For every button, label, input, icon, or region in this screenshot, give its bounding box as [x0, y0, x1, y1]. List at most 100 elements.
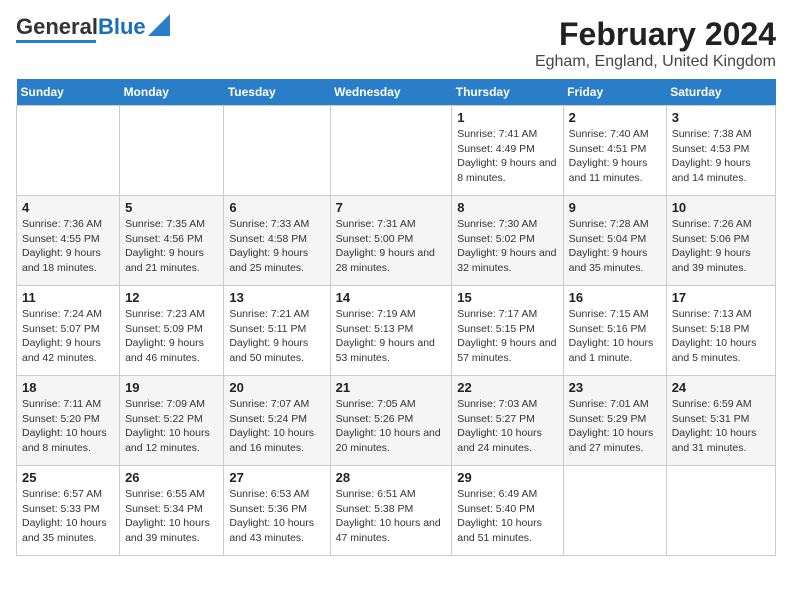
logo-part2: Blue — [98, 14, 146, 39]
day-number: 10 — [672, 200, 770, 215]
day-number: 17 — [672, 290, 770, 305]
day-detail: Sunrise: 7:24 AM Sunset: 5:07 PM Dayligh… — [22, 307, 114, 366]
calendar-cell-w3-d5: 16Sunrise: 7:15 AM Sunset: 5:16 PM Dayli… — [563, 286, 666, 376]
day-detail: Sunrise: 7:36 AM Sunset: 4:55 PM Dayligh… — [22, 217, 114, 276]
day-detail: Sunrise: 7:23 AM Sunset: 5:09 PM Dayligh… — [125, 307, 218, 366]
header-monday: Monday — [120, 79, 224, 106]
day-detail: Sunrise: 7:17 AM Sunset: 5:15 PM Dayligh… — [457, 307, 557, 366]
day-detail: Sunrise: 7:09 AM Sunset: 5:22 PM Dayligh… — [125, 397, 218, 456]
calendar-cell-w5-d0: 25Sunrise: 6:57 AM Sunset: 5:33 PM Dayli… — [17, 466, 120, 556]
day-number: 24 — [672, 380, 770, 395]
calendar-cell-w2-d4: 8 Sunrise: 7:30 AM Sunset: 5:02 PM Daylig… — [452, 196, 563, 286]
day-detail: Sunrise: 7:40 AM Sunset: 4:51 PM Dayligh… — [569, 127, 661, 186]
day-detail: Sunrise: 6:53 AM Sunset: 5:36 PM Dayligh… — [229, 487, 324, 546]
week-row-4: 18Sunrise: 7:11 AM Sunset: 5:20 PM Dayli… — [17, 376, 776, 466]
week-row-1: 1 Sunrise: 7:41 AM Sunset: 4:49 PM Daylig… — [17, 106, 776, 196]
day-number: 13 — [229, 290, 324, 305]
calendar-cell-w1-d6: 3 Sunrise: 7:38 AM Sunset: 4:53 PM Daylig… — [666, 106, 775, 196]
calendar-cell-w1-d1 — [120, 106, 224, 196]
day-detail: Sunrise: 7:26 AM Sunset: 5:06 PM Dayligh… — [672, 217, 770, 276]
week-row-2: 4 Sunrise: 7:36 AM Sunset: 4:55 PM Daylig… — [17, 196, 776, 286]
calendar-cell-w3-d1: 12Sunrise: 7:23 AM Sunset: 5:09 PM Dayli… — [120, 286, 224, 376]
calendar-cell-w1-d3 — [330, 106, 452, 196]
day-detail: Sunrise: 7:19 AM Sunset: 5:13 PM Dayligh… — [336, 307, 447, 366]
day-detail: Sunrise: 6:57 AM Sunset: 5:33 PM Dayligh… — [22, 487, 114, 546]
day-detail: Sunrise: 6:49 AM Sunset: 5:40 PM Dayligh… — [457, 487, 557, 546]
calendar-cell-w4-d0: 18Sunrise: 7:11 AM Sunset: 5:20 PM Dayli… — [17, 376, 120, 466]
header-friday: Friday — [563, 79, 666, 106]
day-detail: Sunrise: 7:07 AM Sunset: 5:24 PM Dayligh… — [229, 397, 324, 456]
header-saturday: Saturday — [666, 79, 775, 106]
calendar-cell-w1-d4: 1 Sunrise: 7:41 AM Sunset: 4:49 PM Daylig… — [452, 106, 563, 196]
day-number: 9 — [569, 200, 661, 215]
calendar-cell-w4-d5: 23 Sunrise: 7:01 AM Sunset: 5:29 PM Dayli… — [563, 376, 666, 466]
day-detail: Sunrise: 7:41 AM Sunset: 4:49 PM Dayligh… — [457, 127, 557, 186]
day-detail: Sunrise: 7:15 AM Sunset: 5:16 PM Dayligh… — [569, 307, 661, 366]
day-number: 23 — [569, 380, 661, 395]
calendar-cell-w3-d3: 14 Sunrise: 7:19 AM Sunset: 5:13 PM Dayli… — [330, 286, 452, 376]
calendar-cell-w3-d0: 11 Sunrise: 7:24 AM Sunset: 5:07 PM Dayli… — [17, 286, 120, 376]
day-detail: Sunrise: 7:38 AM Sunset: 4:53 PM Dayligh… — [672, 127, 770, 186]
day-number: 8 — [457, 200, 557, 215]
logo-underline — [16, 40, 96, 43]
calendar-cell-w4-d6: 24 Sunrise: 6:59 AM Sunset: 5:31 PM Dayli… — [666, 376, 775, 466]
calendar-cell-w4-d3: 21Sunrise: 7:05 AM Sunset: 5:26 PM Dayli… — [330, 376, 452, 466]
day-detail: Sunrise: 7:05 AM Sunset: 5:26 PM Dayligh… — [336, 397, 447, 456]
calendar-cell-w2-d6: 10 Sunrise: 7:26 AM Sunset: 5:06 PM Dayli… — [666, 196, 775, 286]
calendar-cell-w2-d0: 4 Sunrise: 7:36 AM Sunset: 4:55 PM Daylig… — [17, 196, 120, 286]
calendar-cell-w2-d2: 6 Sunrise: 7:33 AM Sunset: 4:58 PM Daylig… — [224, 196, 330, 286]
calendar-cell-w5-d5 — [563, 466, 666, 556]
page-subtitle: Egham, England, United Kingdom — [535, 53, 776, 71]
calendar-cell-w5-d2: 27 Sunrise: 6:53 AM Sunset: 5:36 PM Dayli… — [224, 466, 330, 556]
day-number: 29 — [457, 470, 557, 485]
day-detail: Sunrise: 7:30 AM Sunset: 5:02 PM Dayligh… — [457, 217, 557, 276]
day-detail: Sunrise: 7:31 AM Sunset: 5:00 PM Dayligh… — [336, 217, 447, 276]
day-number: 14 — [336, 290, 447, 305]
calendar-cell-w3-d2: 13 Sunrise: 7:21 AM Sunset: 5:11 PM Dayli… — [224, 286, 330, 376]
day-number: 2 — [569, 110, 661, 125]
calendar-cell-w4-d1: 19 Sunrise: 7:09 AM Sunset: 5:22 PM Dayli… — [120, 376, 224, 466]
header-sunday: Sunday — [17, 79, 120, 106]
calendar-cell-w5-d6 — [666, 466, 775, 556]
header-thursday: Thursday — [452, 79, 563, 106]
day-detail: Sunrise: 7:01 AM Sunset: 5:29 PM Dayligh… — [569, 397, 661, 456]
day-number: 26 — [125, 470, 218, 485]
header-wednesday: Wednesday — [330, 79, 452, 106]
calendar-cell-w2-d3: 7Sunrise: 7:31 AM Sunset: 5:00 PM Daylig… — [330, 196, 452, 286]
calendar-cell-w5-d3: 28 Sunrise: 6:51 AM Sunset: 5:38 PM Dayli… — [330, 466, 452, 556]
day-number: 3 — [672, 110, 770, 125]
calendar-cell-w5-d1: 26 Sunrise: 6:55 AM Sunset: 5:34 PM Dayli… — [120, 466, 224, 556]
logo-text: GeneralBlue — [16, 16, 146, 38]
week-row-3: 11 Sunrise: 7:24 AM Sunset: 5:07 PM Dayli… — [17, 286, 776, 376]
day-number: 18 — [22, 380, 114, 395]
calendar-cell-w1-d2 — [224, 106, 330, 196]
day-number: 5 — [125, 200, 218, 215]
day-number: 11 — [22, 290, 114, 305]
calendar-cell-w3-d6: 17 Sunrise: 7:13 AM Sunset: 5:18 PM Dayli… — [666, 286, 775, 376]
day-detail: Sunrise: 6:51 AM Sunset: 5:38 PM Dayligh… — [336, 487, 447, 546]
page-title: February 2024 — [535, 16, 776, 53]
day-number: 4 — [22, 200, 114, 215]
calendar-cell-w5-d4: 29 Sunrise: 6:49 AM Sunset: 5:40 PM Dayli… — [452, 466, 563, 556]
day-detail: Sunrise: 7:35 AM Sunset: 4:56 PM Dayligh… — [125, 217, 218, 276]
day-detail: Sunrise: 7:03 AM Sunset: 5:27 PM Dayligh… — [457, 397, 557, 456]
calendar-cell-w1-d0 — [17, 106, 120, 196]
day-detail: Sunrise: 6:55 AM Sunset: 5:34 PM Dayligh… — [125, 487, 218, 546]
day-detail: Sunrise: 7:33 AM Sunset: 4:58 PM Dayligh… — [229, 217, 324, 276]
day-detail: Sunrise: 7:13 AM Sunset: 5:18 PM Dayligh… — [672, 307, 770, 366]
day-detail: Sunrise: 7:21 AM Sunset: 5:11 PM Dayligh… — [229, 307, 324, 366]
day-number: 27 — [229, 470, 324, 485]
logo-part1: General — [16, 14, 98, 39]
day-detail: Sunrise: 7:28 AM Sunset: 5:04 PM Dayligh… — [569, 217, 661, 276]
calendar-cell-w1-d5: 2 Sunrise: 7:40 AM Sunset: 4:51 PM Daylig… — [563, 106, 666, 196]
day-detail: Sunrise: 6:59 AM Sunset: 5:31 PM Dayligh… — [672, 397, 770, 456]
logo-arrow-icon — [148, 14, 170, 36]
day-number: 20 — [229, 380, 324, 395]
day-number: 19 — [125, 380, 218, 395]
calendar-cell-w4-d2: 20 Sunrise: 7:07 AM Sunset: 5:24 PM Dayli… — [224, 376, 330, 466]
calendar-cell-w2-d5: 9 Sunrise: 7:28 AM Sunset: 5:04 PM Daylig… — [563, 196, 666, 286]
day-number: 1 — [457, 110, 557, 125]
day-number: 6 — [229, 200, 324, 215]
calendar-cell-w2-d1: 5 Sunrise: 7:35 AM Sunset: 4:56 PM Daylig… — [120, 196, 224, 286]
day-number: 28 — [336, 470, 447, 485]
